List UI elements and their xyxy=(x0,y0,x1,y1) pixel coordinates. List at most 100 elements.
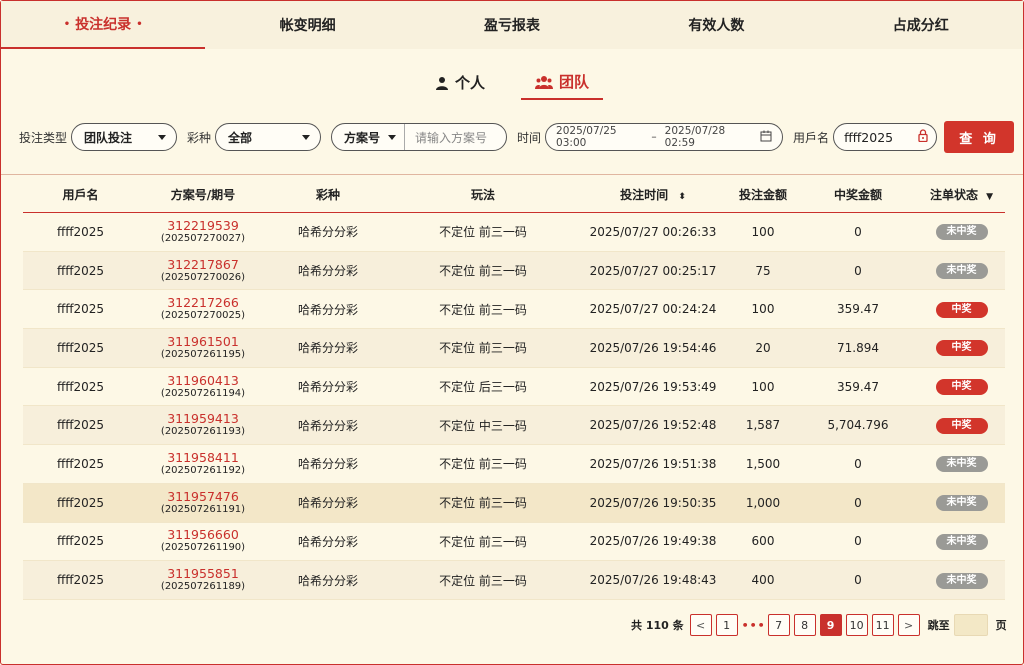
plan-number-link[interactable]: 311961501 xyxy=(138,334,268,349)
plan-number-link[interactable]: 312217867 xyxy=(138,257,268,272)
cell-bet-amount: 100 xyxy=(751,379,775,394)
issue-number: (202507261189) xyxy=(160,581,246,593)
next-page-button[interactable]: > xyxy=(897,614,920,636)
page-button[interactable]: 11 xyxy=(871,614,894,636)
cell-lottery: 哈希分分彩 xyxy=(297,573,358,588)
table-row[interactable]: ffff2025 311956660 (202507261190) 哈希分分彩 不定位 … xyxy=(23,523,1005,562)
prev-page-button[interactable]: < xyxy=(689,614,712,636)
cell-lottery: 哈希分分彩 xyxy=(297,225,358,240)
table-row[interactable]: ffff2025 311955851 (202507261189) 哈希分分彩 不定位 … xyxy=(23,561,1005,600)
plan-number-link[interactable]: 311956660 xyxy=(138,528,268,542)
date-end: 2025/07/28 02:59 xyxy=(664,125,726,149)
plan-number-link[interactable]: 311955851 xyxy=(138,567,268,581)
time-label: 时间 xyxy=(517,130,542,145)
plan-input[interactable]: 请输入方案号 xyxy=(405,129,487,146)
table-row[interactable]: ffff2025 311957476 (202507261191) 哈希分分彩 不定位 … xyxy=(23,483,1005,523)
header-bet-time-label: 投注时间 xyxy=(620,187,669,202)
plan-number-link[interactable]: 312217266 xyxy=(138,296,268,310)
cell-lottery: 哈希分分彩 xyxy=(297,496,358,511)
page-button[interactable]: 7 xyxy=(767,614,790,636)
plan-number-link[interactable]: 311960413 xyxy=(138,373,268,388)
cell-play: 不定位 后三一码 xyxy=(439,380,527,395)
cell-bet-amount: 1,500 xyxy=(745,456,781,471)
pagination: 共 110 条 < 1 ••• 7 8 9 10 11 > 跳至 页 xyxy=(631,614,1007,636)
tab-active-users[interactable]: 有效人数 xyxy=(614,1,818,49)
header-status[interactable]: 注单状态 ▼ xyxy=(918,186,1005,203)
cell-play: 不定位 前三一码 xyxy=(439,225,527,240)
status-badge: 未中奖 xyxy=(935,533,988,550)
cell-username: ffff2025 xyxy=(56,456,105,471)
cell-username: ffff2025 xyxy=(56,340,105,355)
table-row[interactable]: ffff2025 311959413 (202507261193) 哈希分分彩 不定位 … xyxy=(23,406,1005,446)
date-start: 2025/07/25 03:00 xyxy=(556,125,617,149)
status-badge: 未中奖 xyxy=(935,263,988,280)
issue-number: (202507261190) xyxy=(160,542,246,554)
table-row[interactable]: ffff2025 311961501 (202507261195) 哈希分分彩 不定位 … xyxy=(23,329,1005,368)
page-ellipsis: ••• xyxy=(741,618,766,632)
cell-plan: 311959413 (202507261193) xyxy=(138,412,268,438)
tab-dividends[interactable]: 占成分红 xyxy=(819,1,1023,49)
jump-page-input[interactable] xyxy=(953,614,988,636)
query-button[interactable]: 查 询 xyxy=(944,121,1015,153)
table-row[interactable]: ffff2025 312217266 (202507270025) 哈希分分彩 不定位 … xyxy=(23,290,1005,330)
cell-win-amount: 0 xyxy=(854,456,862,471)
current-page-button[interactable]: 9 xyxy=(819,614,842,636)
filter-bar: 投注类型 团队投注 彩种 全部 方案号 请输入方案号 时间 2025/07/25… xyxy=(19,121,1015,153)
bet-type-label: 投注类型 xyxy=(19,130,68,145)
plan-number-link[interactable]: 311958411 xyxy=(138,450,268,465)
header-plan: 方案号/期号 xyxy=(170,187,236,202)
tab-bet-records[interactable]: • 投注纪录 • xyxy=(1,1,206,49)
page-button[interactable]: 10 xyxy=(845,614,868,636)
status-badge: 中奖 xyxy=(935,340,988,357)
cell-username: ffff2025 xyxy=(56,534,105,549)
top-tabs: • 投注纪录 • 帐变明细 盈亏报表 有效人数 占成分红 xyxy=(1,1,1023,49)
lottery-label: 彩种 xyxy=(187,130,212,145)
status-badge: 未中奖 xyxy=(935,224,988,241)
lottery-select[interactable]: 全部 xyxy=(215,123,322,151)
cell-bet-time: 2025/07/26 19:49:38 xyxy=(589,534,717,549)
scope-team[interactable]: 团队 xyxy=(521,71,604,100)
plan-number-link[interactable]: 311959413 xyxy=(138,412,268,426)
cell-plan: 311956660 (202507261190) xyxy=(138,528,268,554)
person-icon xyxy=(435,76,449,90)
table-header: 用戶名 方案号/期号 彩种 玩法 投注时间 ⬍ 投注金额 中奖金额 注单状态 ▼ xyxy=(23,176,1005,213)
status-badge: 中奖 xyxy=(935,417,988,434)
cell-bet-amount: 100 xyxy=(751,224,775,239)
cell-status: 中奖 xyxy=(918,339,1005,357)
cell-bet-amount: 400 xyxy=(751,573,775,588)
tab-dot-left: • xyxy=(63,18,71,30)
cell-win-amount: 0 xyxy=(854,495,862,510)
table-row[interactable]: ffff2025 312217867 (202507270026) 哈希分分彩 不定位 … xyxy=(23,251,1005,291)
cell-play: 不定位 前三一码 xyxy=(439,534,527,549)
scope-personal[interactable]: 个人 xyxy=(421,71,499,100)
jump-suffix: 页 xyxy=(995,619,1007,632)
cell-plan: 311960413 (202507261194) xyxy=(138,373,268,400)
page-button[interactable]: 1 xyxy=(715,614,738,636)
table-row[interactable]: ffff2025 311958411 (202507261192) 哈希分分彩 不定位 … xyxy=(23,445,1005,484)
cell-win-amount: 0 xyxy=(854,534,862,549)
chevron-down-icon xyxy=(388,134,397,140)
table-row[interactable]: ffff2025 312219539 (202507270027) 哈希分分彩 不定位 … xyxy=(23,213,1005,252)
cell-bet-time: 2025/07/27 00:26:33 xyxy=(589,224,717,239)
plan-type-select[interactable]: 方案号 xyxy=(332,124,406,150)
cell-bet-time: 2025/07/26 19:51:38 xyxy=(589,456,717,471)
filter-divider xyxy=(1,174,1023,175)
bet-type-select[interactable]: 团队投注 xyxy=(71,123,178,151)
table-row[interactable]: ffff2025 311960413 (202507261194) 哈希分分彩 不定位 … xyxy=(23,368,1005,407)
plan-number-link[interactable]: 312219539 xyxy=(138,218,268,233)
cell-username: ffff2025 xyxy=(56,224,105,239)
page-button[interactable]: 8 xyxy=(793,614,816,636)
cell-lottery: 哈希分分彩 xyxy=(297,418,358,433)
tab-account-changes[interactable]: 帐变明细 xyxy=(205,1,409,49)
username-value: ffff2025 xyxy=(844,129,894,145)
username-input[interactable]: ffff2025 xyxy=(833,123,938,151)
tab-label: 帐变明细 xyxy=(279,18,336,34)
cell-status: 未中奖 xyxy=(918,223,1005,241)
header-bet-time[interactable]: 投注时间 ⬍ xyxy=(578,186,728,203)
sort-icon: ⬍ xyxy=(678,191,686,202)
tab-profit-loss[interactable]: 盈亏报表 xyxy=(410,1,614,49)
cell-username: ffff2025 xyxy=(56,379,105,394)
plan-number-link[interactable]: 311957476 xyxy=(138,489,268,504)
date-range-picker[interactable]: 2025/07/25 03:00 – 2025/07/28 02:59 xyxy=(545,123,784,151)
cell-plan: 311957476 (202507261191) xyxy=(138,489,268,516)
